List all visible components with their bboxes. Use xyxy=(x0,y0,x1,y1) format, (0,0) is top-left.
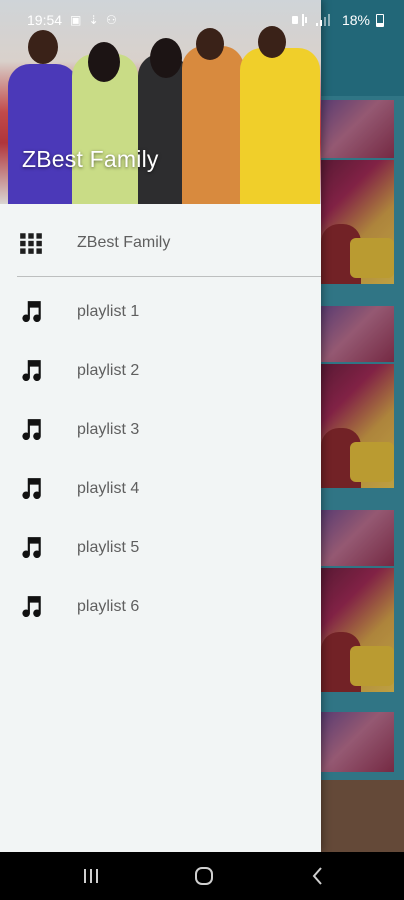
battery-icon xyxy=(376,13,384,27)
menu-item-playlist-3[interactable]: playlist 3 xyxy=(0,400,321,459)
menu-item-playlist-1[interactable]: playlist 1 xyxy=(0,282,321,341)
drawer-menu: ZBest Family playlist 1 playlist 2 playl… xyxy=(0,213,321,636)
drawer-header-title: ZBest Family xyxy=(22,146,159,172)
navigation-drawer: ZBest Family ZBest Family playlist 1 pla… xyxy=(0,0,321,852)
music-note-icon xyxy=(22,359,41,381)
menu-item-home[interactable]: ZBest Family xyxy=(0,213,321,272)
battery-percent: 18% xyxy=(341,12,370,28)
menu-item-label: ZBest Family xyxy=(77,233,171,251)
menu-item-playlist-4[interactable]: playlist 4 xyxy=(0,459,321,518)
menu-item-label: playlist 3 xyxy=(77,420,140,438)
back-button[interactable] xyxy=(288,852,348,900)
menu-divider xyxy=(17,276,321,277)
home-button[interactable] xyxy=(174,852,234,900)
menu-item-label: playlist 5 xyxy=(77,538,140,556)
menu-item-playlist-6[interactable]: playlist 6 xyxy=(0,577,321,636)
menu-item-label: playlist 4 xyxy=(77,479,140,497)
menu-item-label: playlist 6 xyxy=(77,597,140,615)
recent-apps-button[interactable] xyxy=(61,852,121,900)
grid-icon xyxy=(20,232,42,254)
header-photo-person xyxy=(182,46,244,204)
back-icon xyxy=(312,867,322,885)
status-time: 19:54 xyxy=(27,12,63,28)
menu-item-label: playlist 2 xyxy=(77,361,140,379)
music-note-icon xyxy=(22,418,41,440)
signal-icon xyxy=(291,14,330,26)
menu-item-label: playlist 1 xyxy=(77,302,140,320)
music-note-icon xyxy=(22,536,41,558)
recent-apps-icon xyxy=(84,869,98,883)
notification-icons: ▣ ⇣ ⚇ xyxy=(70,13,119,27)
system-nav-bar xyxy=(0,852,404,900)
home-icon xyxy=(195,867,213,885)
header-photo-person xyxy=(8,64,78,204)
status-bar: 19:54 ▣ ⇣ ⚇ 18% xyxy=(0,0,404,42)
music-note-icon xyxy=(22,595,41,617)
header-photo-person xyxy=(240,48,320,204)
menu-item-playlist-5[interactable]: playlist 5 xyxy=(0,518,321,577)
menu-item-playlist-2[interactable]: playlist 2 xyxy=(0,341,321,400)
music-note-icon xyxy=(22,477,41,499)
status-right-group: 18% xyxy=(291,12,384,28)
music-note-icon xyxy=(22,300,41,322)
